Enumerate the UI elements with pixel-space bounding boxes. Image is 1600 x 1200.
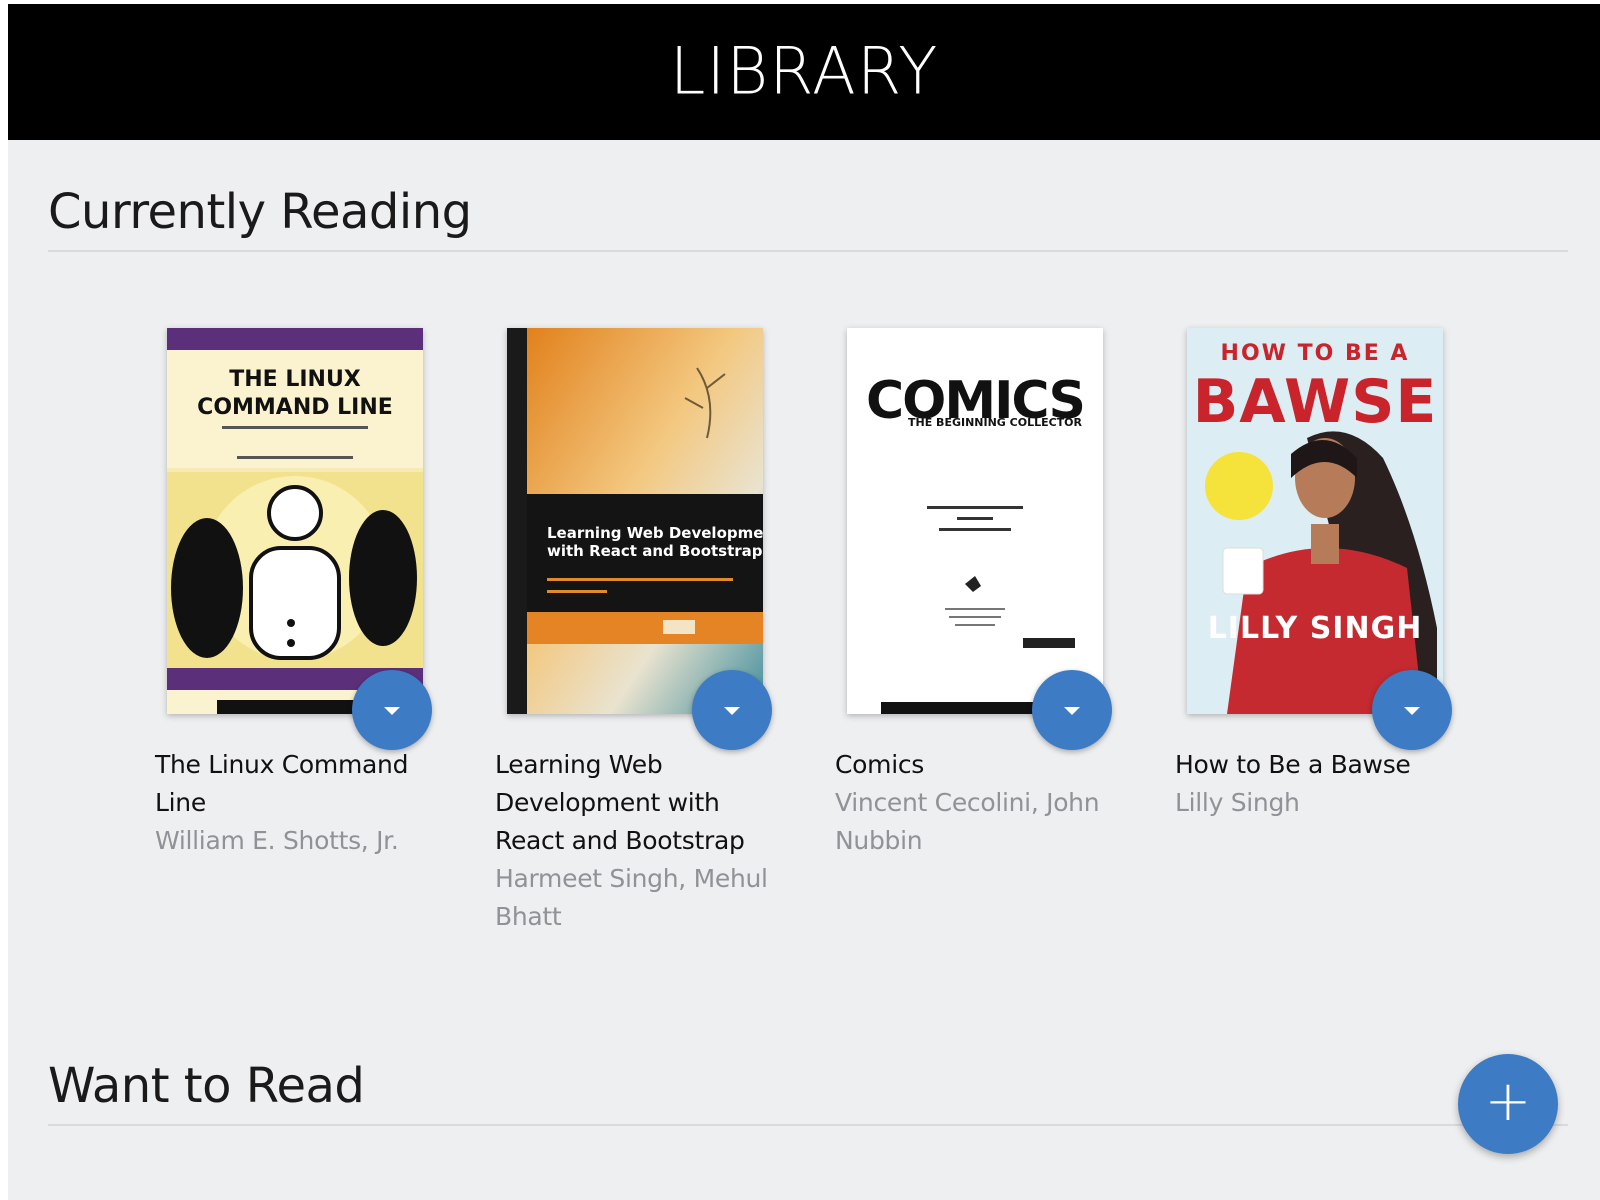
shelf-want-to-read: Want to Read [48,1058,1576,1126]
shelf-divider [48,1124,1568,1126]
svg-text:HOW TO BE A: HOW TO BE A [1221,341,1410,366]
shelf-divider [48,250,1568,252]
caret-down-icon [1404,707,1420,715]
shelf-title: Want to Read [48,1058,365,1114]
book-authors: Vincent Cecolini, John Nubbin [835,788,1100,855]
book-title-text: The Linux Command Line [155,750,409,817]
app-header: LIBRARY [8,4,1600,140]
plus-icon: + [1484,1069,1532,1134]
shelf-changer-button[interactable] [692,670,772,750]
book-title-text: Learning Web Development with React and … [495,750,745,855]
shelf-changer-button[interactable] [1032,670,1112,750]
app-title: LIBRARY [669,34,939,110]
svg-text:BAWSE: BAWSE [1193,367,1438,437]
book-title: The Linux Command Line William E. Shotts… [155,746,435,860]
add-book-button[interactable]: + [1458,1054,1558,1154]
svg-text:Learning Web Development: Learning Web Development [547,524,763,542]
shelf-changer-button[interactable] [1372,670,1452,750]
svg-text:with React and Bootstrap: with React and Bootstrap [547,542,763,560]
book-title-text: Comics [835,750,925,779]
svg-text:LILLY SINGH: LILLY SINGH [1208,611,1423,646]
shelf-title: Currently Reading [48,184,472,240]
caret-down-icon [724,707,740,715]
book-cover[interactable]: THE LINUX COMMAND LINE [167,328,423,714]
book-cover[interactable]: Learning Web Development with React and … [507,328,763,714]
book-cover[interactable]: COMICS THE BEGINNING COLLECTOR [847,328,1103,714]
svg-text:THE LINUX: THE LINUX [229,367,361,392]
book-cover[interactable]: HOW TO BE A BAWSE LILLY SINGH [1187,328,1443,714]
caret-down-icon [384,707,400,715]
shelf-changer-button[interactable] [352,670,432,750]
library-app: LIBRARY Currently Reading THE LINUX COMM… [8,4,1600,1200]
shelf-currently-reading: Currently Reading THE LINUX COMMAND LINE [48,184,1576,931]
book-title: Comics Vincent Cecolini, John Nubbin [835,746,1115,860]
svg-text:THE BEGINNING COLLECTOR: THE BEGINNING COLLECTOR [908,416,1083,429]
svg-text:COMMAND LINE: COMMAND LINE [197,395,393,420]
book-authors: Lilly Singh [1175,788,1300,817]
book-title: Learning Web Development with React and … [495,746,775,936]
book-title: How to Be a Bawse Lilly Singh [1175,746,1455,822]
book-title-text: How to Be a Bawse [1175,750,1411,779]
book-authors: Harmeet Singh, Mehul Bhatt [495,864,768,931]
book-authors: William E. Shotts, Jr. [155,826,399,855]
caret-down-icon [1064,707,1080,715]
